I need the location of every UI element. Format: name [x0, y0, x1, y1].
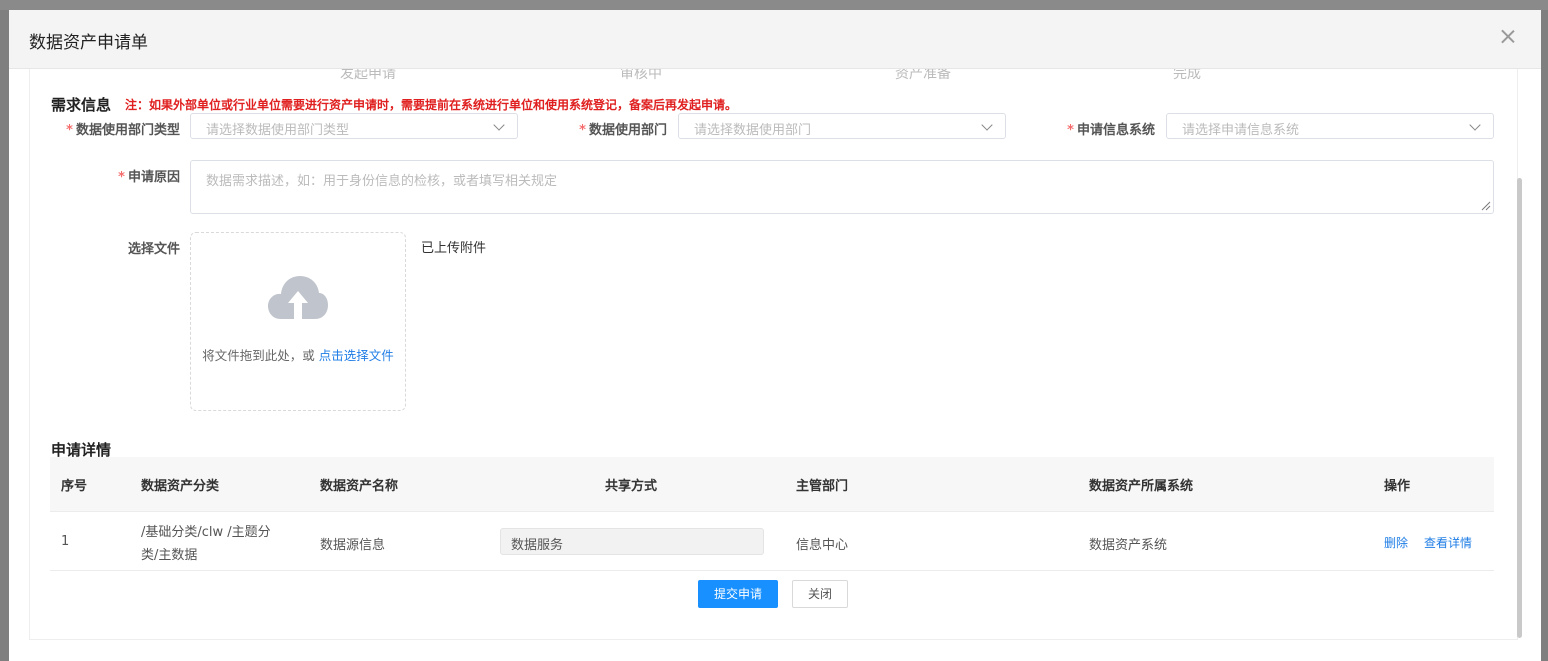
requirements-notice: 注：如果外部单位或行业单位需要进行资产申请时，需要提前在系统进行单位和使用系统登…: [125, 98, 738, 112]
chevron-down-icon: [981, 119, 993, 131]
step-label: 资产准备: [895, 69, 951, 82]
required-mark: *: [118, 170, 125, 185]
cloud-upload-icon: [268, 276, 328, 319]
details-table: 序号 数据资产分类 数据资产名称 共享方式 主管部门 数据资产所属系统 操作 1…: [50, 457, 1494, 571]
column-header: 操作: [1384, 479, 1411, 494]
column-header: 序号: [61, 479, 88, 494]
close-icon[interactable]: [1497, 26, 1519, 48]
reason-placeholder: 数据需求描述，如：用于身份信息的检核，或者填写相关规定: [206, 174, 558, 189]
vertical-scrollbar[interactable]: [1517, 178, 1522, 638]
table-row: 1 /基础分类/clw /主题分 类/主数据 数据源信息 数据服务 信息中心 数…: [50, 512, 1494, 571]
reason-label: * 申请原因: [50, 166, 180, 185]
column-header: 数据资产名称: [320, 479, 399, 494]
reason-label-text: 申请原因: [127, 170, 180, 185]
column-header: 主管部门: [796, 479, 849, 494]
table-header: 序号 数据资产分类 数据资产名称 共享方式 主管部门 数据资产所属系统 操作: [50, 457, 1494, 512]
dept-type-placeholder: 请选择数据使用部门类型: [206, 123, 350, 138]
select-file-link[interactable]: 点击选择文件: [319, 348, 394, 363]
application-dialog: 数据资产申请单 发起申请 审核中 资产准备 完成 需求信息 注：如果外部单位或行…: [9, 10, 1541, 661]
uploaded-attachments-label: 已上传附件: [421, 241, 487, 256]
chevron-down-icon: [1469, 119, 1481, 131]
file-label: 选择文件: [127, 242, 180, 257]
required-mark: *: [66, 123, 73, 138]
file-dropzone[interactable]: 将文件拖到此处，或 点击选择文件: [190, 232, 406, 411]
resize-grip-icon[interactable]: [1481, 201, 1491, 211]
dialog-header: 数据资产申请单: [9, 10, 1541, 69]
required-mark: *: [579, 123, 586, 138]
dept-type-label-text: 数据使用部门类型: [75, 123, 180, 138]
share-method-value: 数据服务: [511, 538, 564, 553]
requirements-section-title: 需求信息: [51, 96, 112, 114]
dropzone-hint: 将文件拖到此处，或 点击选择文件: [191, 345, 405, 364]
share-method-field: 数据服务: [500, 528, 764, 555]
row-index: 1: [61, 534, 70, 549]
system-label-text: 申请信息系统: [1076, 123, 1155, 138]
column-header: 数据资产分类: [141, 479, 220, 494]
chevron-down-icon: [493, 119, 505, 131]
steps-bar: 发起申请 审核中 资产准备 完成: [30, 69, 1517, 87]
submit-button[interactable]: 提交申请: [698, 580, 778, 608]
row-category-line2: 类/主数据: [141, 548, 198, 563]
system-select[interactable]: 请选择申请信息系统: [1166, 113, 1494, 139]
dept-label-text: 数据使用部门: [588, 123, 667, 138]
dept-select[interactable]: 请选择数据使用部门: [678, 113, 1006, 139]
step-label: 发起申请: [340, 69, 396, 82]
delete-link[interactable]: 删除: [1384, 534, 1408, 551]
close-button[interactable]: 关闭: [792, 580, 848, 608]
row-system: 数据资产系统: [1089, 538, 1168, 553]
system-placeholder: 请选择申请信息系统: [1182, 123, 1300, 138]
row-dept: 信息中心: [796, 538, 849, 553]
dept-placeholder: 请选择数据使用部门: [694, 123, 812, 138]
required-mark: *: [1067, 123, 1074, 138]
dept-type-label: * 数据使用部门类型: [50, 119, 180, 138]
dialog-body: 发起申请 审核中 资产准备 完成 需求信息 注：如果外部单位或行业单位需要进行资…: [29, 69, 1518, 640]
step-label: 完成: [1173, 69, 1201, 82]
row-asset-name: 数据源信息: [320, 538, 386, 553]
dropzone-hint-text: 将文件拖到此处，或: [202, 348, 319, 363]
row-category-line1: /基础分类/clw /主题分: [141, 525, 271, 540]
system-label: * 申请信息系统: [1030, 119, 1155, 138]
step-label: 审核中: [620, 69, 662, 82]
dept-type-select[interactable]: 请选择数据使用部门类型: [190, 113, 518, 139]
column-header: 数据资产所属系统: [1089, 479, 1194, 494]
reason-textarea[interactable]: 数据需求描述，如：用于身份信息的检核，或者填写相关规定: [190, 160, 1494, 214]
background-strip: [0, 0, 1548, 10]
dept-label: * 数据使用部门: [550, 119, 667, 138]
view-details-link[interactable]: 查看详情: [1424, 534, 1472, 551]
column-header: 共享方式: [605, 479, 658, 494]
dialog-title: 数据资产申请单: [29, 33, 148, 53]
